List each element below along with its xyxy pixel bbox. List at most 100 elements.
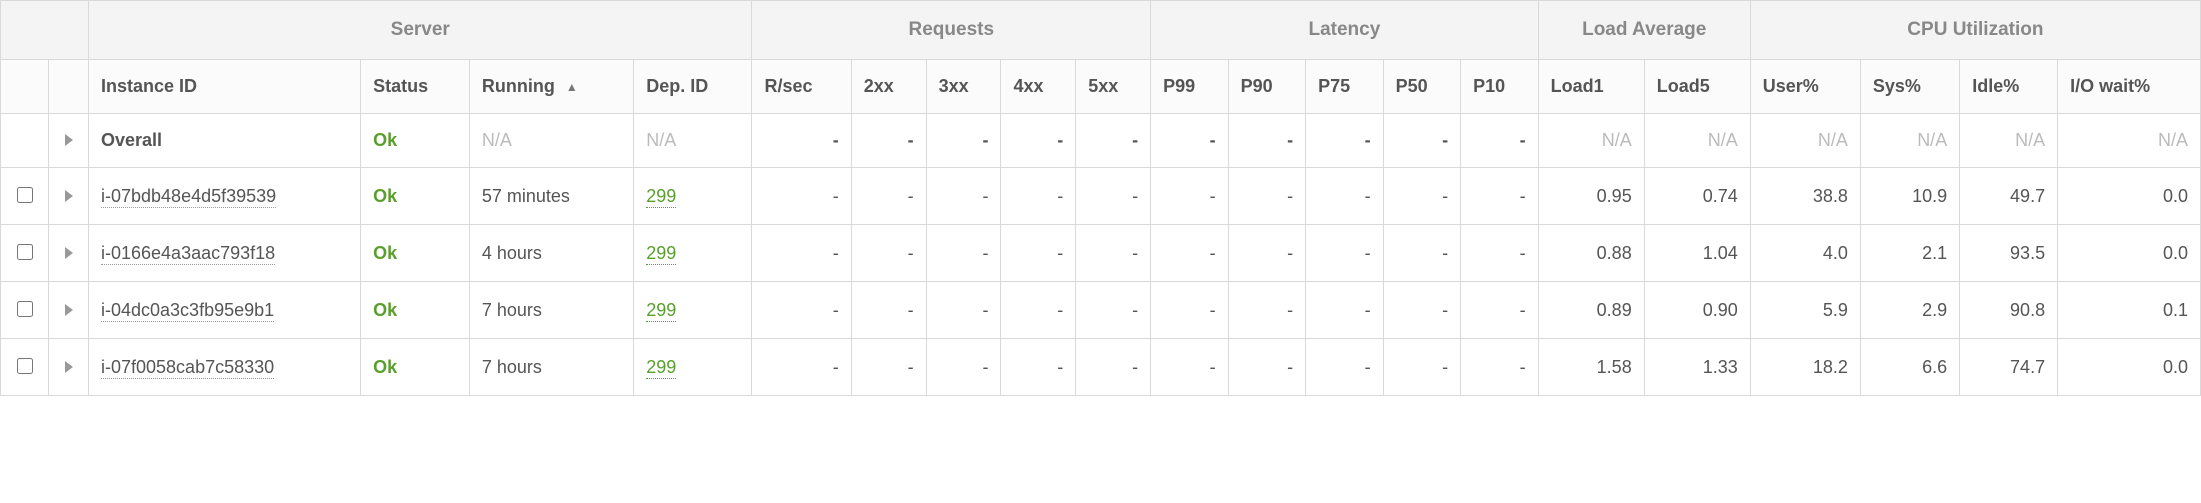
c2xx-cell: -: [851, 225, 926, 282]
col-expand: [49, 60, 89, 114]
iowait-cell: 0.1: [2058, 282, 2201, 339]
idle-cell: 49.7: [1960, 168, 2058, 225]
overall-status: Ok: [361, 114, 470, 168]
col-rsec[interactable]: R/sec: [752, 60, 851, 114]
overall-load1: N/A: [1538, 114, 1644, 168]
dep-id-link[interactable]: 299: [646, 300, 676, 322]
row-checkbox[interactable]: [17, 187, 33, 203]
col-running[interactable]: Running ▲: [469, 60, 633, 114]
overall-expand-cell[interactable]: [49, 114, 89, 168]
sys-cell: 6.6: [1860, 339, 1959, 396]
c3xx-cell: -: [926, 339, 1001, 396]
table-row: i-07f0058cab7c58330Ok7 hours299---------…: [1, 339, 2201, 396]
sort-ascending-icon: ▲: [566, 80, 578, 94]
iowait-cell: 0.0: [2058, 339, 2201, 396]
column-group-row: Server Requests Latency Load Average CPU…: [1, 1, 2201, 60]
load1-cell: 0.88: [1538, 225, 1644, 282]
chevron-right-icon[interactable]: [65, 134, 73, 146]
chevron-right-icon[interactable]: [65, 304, 73, 316]
col-iowait[interactable]: I/O wait%: [2058, 60, 2201, 114]
c4xx-cell: -: [1001, 225, 1076, 282]
overall-row: Overall Ok N/A N/A - - - - - - - - - - N…: [1, 114, 2201, 168]
col-5xx[interactable]: 5xx: [1076, 60, 1151, 114]
col-dep-id[interactable]: Dep. ID: [634, 60, 752, 114]
p10-cell: -: [1461, 225, 1539, 282]
col-sys[interactable]: Sys%: [1860, 60, 1959, 114]
dep-id-link[interactable]: 299: [646, 243, 676, 265]
col-2xx[interactable]: 2xx: [851, 60, 926, 114]
row-checkbox[interactable]: [17, 301, 33, 317]
instance-id-cell: i-07bdb48e4d5f39539: [89, 168, 361, 225]
col-p50[interactable]: P50: [1383, 60, 1461, 114]
chevron-right-icon[interactable]: [65, 190, 73, 202]
row-expand-cell[interactable]: [49, 282, 89, 339]
instance-id-link[interactable]: i-07bdb48e4d5f39539: [101, 186, 276, 208]
dep-id-link[interactable]: 299: [646, 186, 676, 208]
instance-id-link[interactable]: i-07f0058cab7c58330: [101, 357, 274, 379]
p50-cell: -: [1383, 282, 1461, 339]
row-checkbox-cell: [1, 282, 49, 339]
col-3xx[interactable]: 3xx: [926, 60, 1001, 114]
col-p10[interactable]: P10: [1461, 60, 1539, 114]
overall-load5: N/A: [1644, 114, 1750, 168]
table-row: i-07bdb48e4d5f39539Ok57 minutes299------…: [1, 168, 2201, 225]
row-expand-cell[interactable]: [49, 168, 89, 225]
status-badge: Ok: [373, 300, 397, 320]
col-4xx[interactable]: 4xx: [1001, 60, 1076, 114]
dep-id-cell: 299: [634, 225, 752, 282]
overall-p50: -: [1383, 114, 1461, 168]
col-load1[interactable]: Load1: [1538, 60, 1644, 114]
overall-3xx: -: [926, 114, 1001, 168]
instance-id-cell: i-07f0058cab7c58330: [89, 339, 361, 396]
p50-cell: -: [1383, 225, 1461, 282]
c4xx-cell: -: [1001, 282, 1076, 339]
col-p75[interactable]: P75: [1306, 60, 1384, 114]
p10-cell: -: [1461, 168, 1539, 225]
dep-id-link[interactable]: 299: [646, 357, 676, 379]
row-expand-cell[interactable]: [49, 225, 89, 282]
overall-rsec: -: [752, 114, 851, 168]
col-idle[interactable]: Idle%: [1960, 60, 2058, 114]
row-checkbox[interactable]: [17, 244, 33, 260]
status-badge: Ok: [373, 130, 397, 150]
overall-5xx: -: [1076, 114, 1151, 168]
row-expand-cell[interactable]: [49, 339, 89, 396]
iowait-cell: 0.0: [2058, 168, 2201, 225]
chevron-right-icon[interactable]: [65, 247, 73, 259]
c5xx-cell: -: [1076, 225, 1151, 282]
instance-id-link[interactable]: i-0166e4a3aac793f18: [101, 243, 275, 265]
user-cell: 38.8: [1750, 168, 1860, 225]
p90-cell: -: [1228, 225, 1306, 282]
overall-p10: -: [1461, 114, 1539, 168]
p90-cell: -: [1228, 339, 1306, 396]
p90-cell: -: [1228, 168, 1306, 225]
chevron-right-icon[interactable]: [65, 361, 73, 373]
col-p90[interactable]: P90: [1228, 60, 1306, 114]
c2xx-cell: -: [851, 339, 926, 396]
col-load5[interactable]: Load5: [1644, 60, 1750, 114]
load5-cell: 1.04: [1644, 225, 1750, 282]
c2xx-cell: -: [851, 282, 926, 339]
column-header-row: Instance ID Status Running ▲ Dep. ID R/s…: [1, 60, 2201, 114]
load5-cell: 1.33: [1644, 339, 1750, 396]
instances-table: Server Requests Latency Load Average CPU…: [0, 0, 2201, 396]
idle-cell: 93.5: [1960, 225, 2058, 282]
p99-cell: -: [1151, 339, 1229, 396]
col-p99[interactable]: P99: [1151, 60, 1229, 114]
status-cell: Ok: [361, 339, 470, 396]
iowait-cell: 0.0: [2058, 225, 2201, 282]
col-instance-id[interactable]: Instance ID: [89, 60, 361, 114]
overall-depid: N/A: [634, 114, 752, 168]
c3xx-cell: -: [926, 168, 1001, 225]
row-checkbox[interactable]: [17, 358, 33, 374]
table-row: i-0166e4a3aac793f18Ok4 hours299---------…: [1, 225, 2201, 282]
col-user[interactable]: User%: [1750, 60, 1860, 114]
instance-id-cell: i-04dc0a3c3fb95e9b1: [89, 282, 361, 339]
instance-id-link[interactable]: i-04dc0a3c3fb95e9b1: [101, 300, 274, 322]
p99-cell: -: [1151, 168, 1229, 225]
p50-cell: -: [1383, 339, 1461, 396]
c4xx-cell: -: [1001, 339, 1076, 396]
user-cell: 5.9: [1750, 282, 1860, 339]
overall-iowait: N/A: [2058, 114, 2201, 168]
col-status[interactable]: Status: [361, 60, 470, 114]
